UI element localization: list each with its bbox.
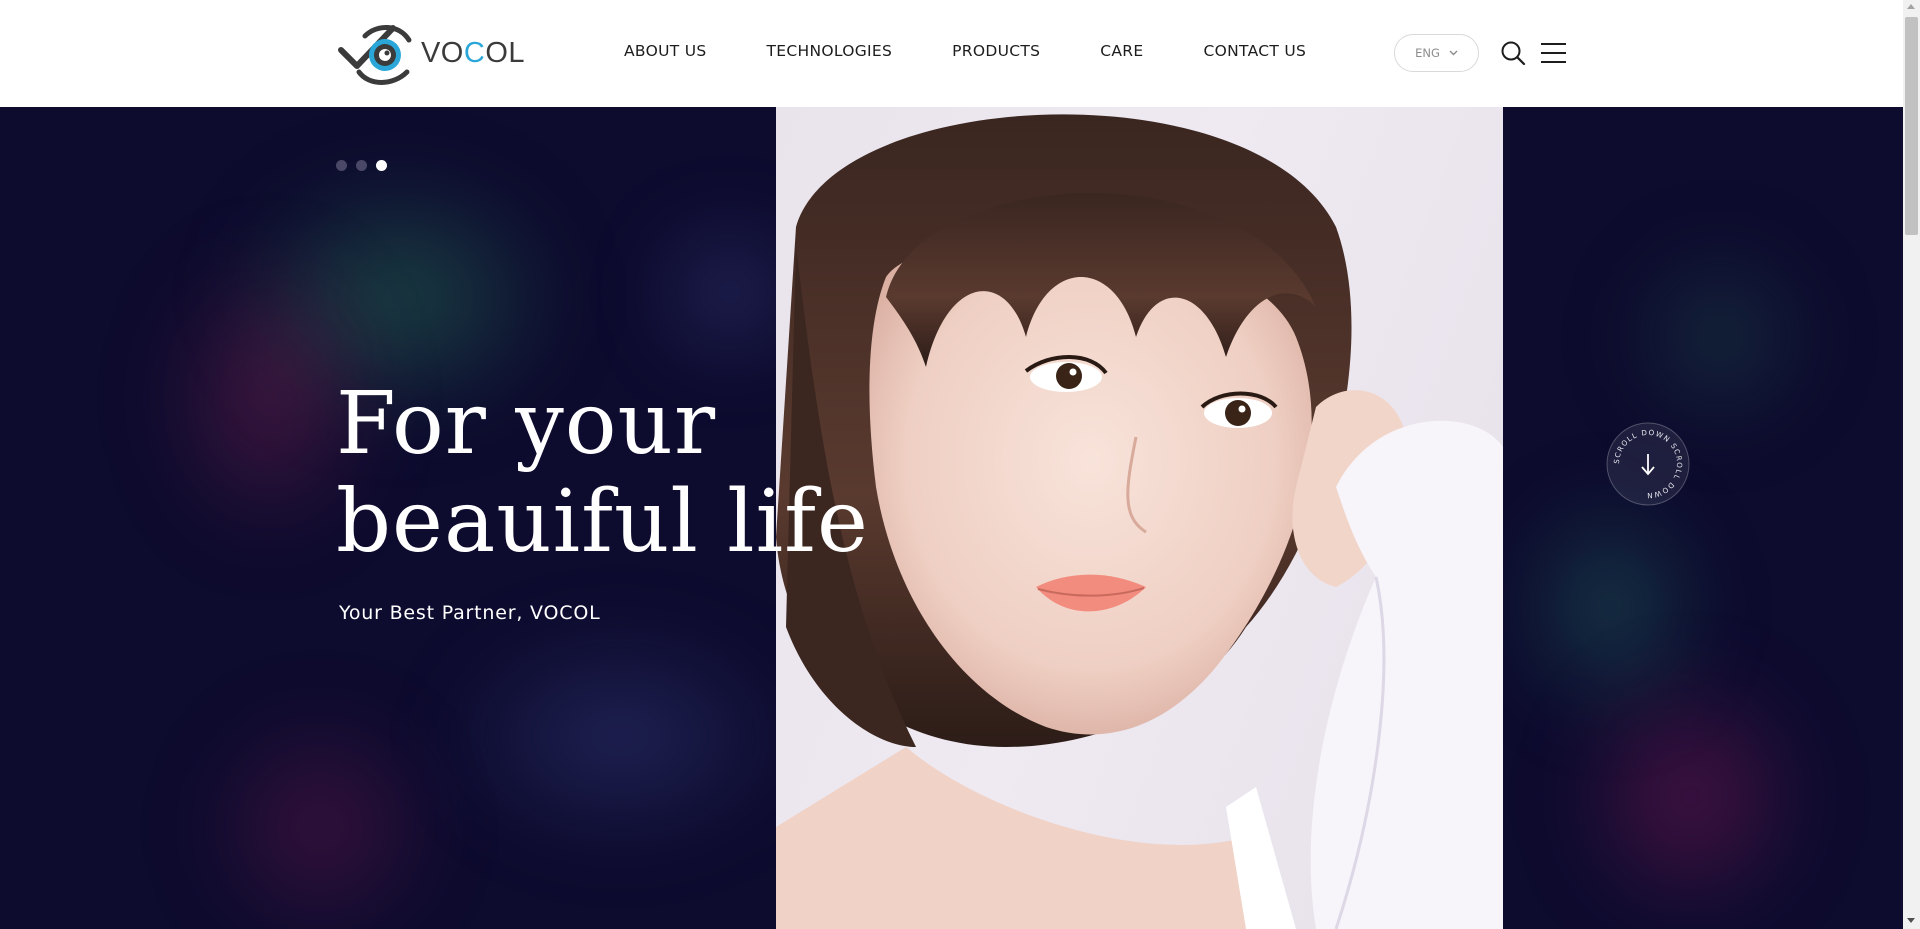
model-portrait-image bbox=[776, 114, 1503, 929]
slider-dot-2[interactable] bbox=[356, 160, 367, 171]
hero-subline: Your Best Partner, VOCOL bbox=[339, 602, 601, 624]
hero-headline: For your beauiful life bbox=[336, 375, 869, 571]
brand-wordmark: VOCOL bbox=[420, 36, 525, 69]
slider-dot-3-active[interactable] bbox=[376, 160, 387, 171]
slider-dot-1[interactable] bbox=[336, 160, 347, 171]
site-header: VOCOL ABOUT US TECHNOLOGIES PRODUCTS CAR… bbox=[0, 0, 1903, 107]
background-glow bbox=[200, 707, 440, 929]
slider-pagination bbox=[336, 160, 387, 171]
scroll-down-button[interactable]: SCROLL DOWN SCROLL DOWN bbox=[1606, 422, 1690, 506]
background-glow bbox=[1570, 667, 1810, 927]
nav-item-technologies[interactable]: TECHNOLOGIES bbox=[767, 42, 893, 60]
nav-item-products[interactable]: PRODUCTS bbox=[952, 42, 1040, 60]
main-nav: ABOUT US TECHNOLOGIES PRODUCTS CARE CONT… bbox=[624, 42, 1306, 60]
background-glow bbox=[1620, 237, 1820, 437]
scroll-down-arrow-icon[interactable] bbox=[1907, 918, 1915, 923]
nav-item-contact-us[interactable]: CONTACT US bbox=[1203, 42, 1306, 60]
scrollbar-thumb[interactable] bbox=[1905, 17, 1918, 235]
search-icon[interactable] bbox=[1500, 40, 1526, 66]
background-glow bbox=[440, 627, 800, 847]
hero-headline-line1: For your bbox=[336, 374, 717, 474]
language-select[interactable]: ENG bbox=[1394, 34, 1479, 72]
language-label: ENG bbox=[1415, 46, 1440, 60]
eye-logo-icon bbox=[337, 25, 412, 85]
hero-headline-line2: beauiful life bbox=[336, 472, 869, 572]
nav-item-care[interactable]: CARE bbox=[1100, 42, 1143, 60]
scroll-down-badge: SCROLL DOWN SCROLL DOWN bbox=[1606, 422, 1690, 506]
hamburger-menu-icon[interactable] bbox=[1541, 42, 1566, 64]
chevron-down-icon bbox=[1449, 50, 1458, 56]
nav-item-about-us[interactable]: ABOUT US bbox=[624, 42, 707, 60]
scroll-up-arrow-icon[interactable] bbox=[1907, 4, 1915, 9]
brand-logo[interactable]: VOCOL bbox=[335, 20, 525, 86]
page-scrollbar[interactable] bbox=[1903, 0, 1920, 929]
hero-model-photo bbox=[776, 107, 1503, 929]
hero-slider: For your beauiful life Your Best Partner… bbox=[0, 107, 1903, 929]
